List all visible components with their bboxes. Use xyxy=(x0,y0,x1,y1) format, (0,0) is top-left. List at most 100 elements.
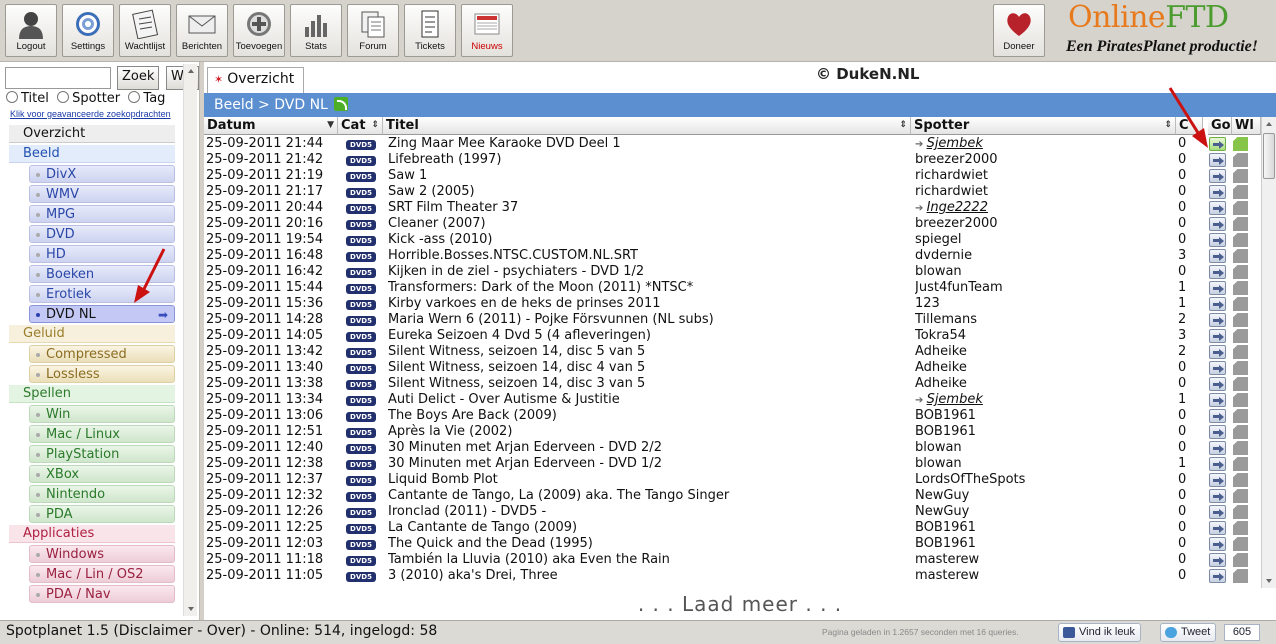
spotter-name[interactable]: Sjembek xyxy=(927,392,983,407)
nieuws-button[interactable]: Nieuws xyxy=(461,4,513,57)
nav-item-mpg[interactable]: MPG xyxy=(29,205,175,223)
go-arrow-icon[interactable] xyxy=(1209,281,1226,295)
table-row[interactable]: 25-09-2011 19:54 DVD5 Kick -ass (2010) spie… xyxy=(204,232,1261,248)
watchlist-add-icon[interactable] xyxy=(1233,521,1248,535)
tweet-button[interactable]: Tweet xyxy=(1160,623,1217,642)
watchlist-add-icon[interactable] xyxy=(1233,377,1248,391)
load-more-button[interactable]: . . . Laad meer . . . xyxy=(204,592,1276,616)
watchlist-add-icon[interactable] xyxy=(1233,553,1248,567)
watchlist-add-icon[interactable] xyxy=(1233,361,1248,375)
nav-item-pda-nav[interactable]: PDA / Nav xyxy=(29,585,175,603)
table-row[interactable]: 25-09-2011 20:44 DVD5 SRT Film Theater 37 ➔… xyxy=(204,200,1261,216)
table-row[interactable]: 25-09-2011 21:44 DVD5 Zing Maar Mee Karaok… xyxy=(204,136,1261,152)
nav-item-applicaties[interactable]: Applicaties xyxy=(9,525,175,543)
tickets-button[interactable]: Tickets xyxy=(404,4,456,57)
go-arrow-icon[interactable] xyxy=(1209,201,1226,215)
table-row[interactable]: 25-09-2011 13:40 DVD5 Silent Witness, seiz… xyxy=(204,360,1261,376)
nav-item-windows[interactable]: Windows xyxy=(29,545,175,563)
nav-item-win[interactable]: Win xyxy=(29,405,175,423)
go-arrow-icon[interactable] xyxy=(1209,297,1226,311)
go-arrow-icon[interactable] xyxy=(1209,169,1226,183)
col-datum[interactable]: Datum ▼ xyxy=(204,117,338,135)
watchlist-add-icon[interactable] xyxy=(1233,329,1248,343)
watchlist-add-icon[interactable] xyxy=(1233,345,1248,359)
watchlist-add-icon[interactable] xyxy=(1233,441,1248,455)
go-arrow-icon[interactable] xyxy=(1209,233,1226,247)
radio-spotter[interactable] xyxy=(57,91,70,103)
logout-button[interactable]: Logout xyxy=(5,4,57,57)
nav-item-pda[interactable]: PDA xyxy=(29,505,175,523)
table-row[interactable]: 25-09-2011 21:42 DVD5 Lifebreath (1997) bre… xyxy=(204,152,1261,168)
table-row[interactable]: 25-09-2011 14:28 DVD5 Maria Wern 6 (2011) … xyxy=(204,312,1261,328)
table-row[interactable]: 25-09-2011 13:38 DVD5 Silent Witness, seiz… xyxy=(204,376,1261,392)
col-titel[interactable]: Titel ⇕ xyxy=(383,117,911,135)
table-row[interactable]: 25-09-2011 15:44 DVD5 Transformers: Dark o… xyxy=(204,280,1261,296)
nav-item-mac-lin-os2[interactable]: Mac / Lin / OS2 xyxy=(29,565,175,583)
go-arrow-icon[interactable] xyxy=(1209,361,1226,375)
nav-item-spellen[interactable]: Spellen xyxy=(9,385,175,403)
sidebar-scrollbar[interactable] xyxy=(183,64,197,616)
watchlist-add-icon[interactable] xyxy=(1233,217,1248,231)
nav-item-wmv[interactable]: WMV xyxy=(29,185,175,203)
watchlist-add-icon[interactable] xyxy=(1233,233,1248,247)
watchlist-add-icon[interactable] xyxy=(1233,409,1248,423)
nav-item-mac-linux[interactable]: Mac / Linux xyxy=(29,425,175,443)
go-arrow-icon[interactable] xyxy=(1209,393,1226,407)
go-arrow-icon[interactable] xyxy=(1209,457,1226,471)
go-arrow-icon[interactable] xyxy=(1209,329,1226,343)
go-arrow-icon[interactable] xyxy=(1209,265,1226,279)
watchlist-add-icon[interactable] xyxy=(1233,297,1248,311)
watchlist-add-icon[interactable] xyxy=(1233,201,1248,215)
watchlist-add-icon[interactable] xyxy=(1233,569,1248,583)
nav-item-xbox[interactable]: XBox xyxy=(29,465,175,483)
table-row[interactable]: 25-09-2011 16:48 DVD5 Horrible.Bosses.NTSC… xyxy=(204,248,1261,264)
go-arrow-icon[interactable] xyxy=(1209,569,1226,583)
nav-item-overzicht[interactable]: Overzicht xyxy=(9,125,175,143)
search-input[interactable] xyxy=(5,67,111,89)
forum-button[interactable]: Forum xyxy=(347,4,399,57)
table-row[interactable]: 25-09-2011 21:17 DVD5 Saw 2 (2005) richardw… xyxy=(204,184,1261,200)
tab-overzicht[interactable]: ✶ Overzicht xyxy=(207,67,304,93)
go-arrow-icon[interactable] xyxy=(1209,185,1226,199)
table-row[interactable]: 25-09-2011 12:26 DVD5 Ironclad (2011) - DV… xyxy=(204,504,1261,520)
table-row[interactable]: 25-09-2011 15:36 DVD5 Kirby varkoes en de … xyxy=(204,296,1261,312)
watchlist-add-icon[interactable] xyxy=(1233,265,1248,279)
go-arrow-icon[interactable] xyxy=(1209,537,1226,551)
go-arrow-icon[interactable] xyxy=(1209,345,1226,359)
go-arrow-icon[interactable] xyxy=(1209,377,1226,391)
table-row[interactable]: 25-09-2011 13:34 DVD5 Auti Delict - Over A… xyxy=(204,392,1261,408)
watchlist-add-icon[interactable] xyxy=(1233,505,1248,519)
table-row[interactable]: 25-09-2011 16:42 DVD5 Kijken in de ziel - … xyxy=(204,264,1261,280)
table-row[interactable]: 25-09-2011 13:42 DVD5 Silent Witness, seiz… xyxy=(204,344,1261,360)
table-row[interactable]: 25-09-2011 13:06 DVD5 The Boys Are Back (2… xyxy=(204,408,1261,424)
watchlist-add-icon[interactable] xyxy=(1233,425,1248,439)
go-arrow-icon[interactable] xyxy=(1209,313,1226,327)
toevoegen-button[interactable]: Toevoegen xyxy=(233,4,285,57)
watchlist-add-icon[interactable] xyxy=(1233,153,1248,167)
wachtlijst-button[interactable]: Wachtlijst xyxy=(119,4,171,57)
go-arrow-icon[interactable] xyxy=(1209,521,1226,535)
rss-icon[interactable] xyxy=(333,97,348,111)
settings-button[interactable]: Settings xyxy=(62,4,114,57)
nav-item-lossless[interactable]: Lossless xyxy=(29,365,175,383)
watchlist-add-icon[interactable] xyxy=(1233,537,1248,551)
go-arrow-icon[interactable] xyxy=(1209,425,1226,439)
brand-logo[interactable]: OnlineFTD Een PiratesPlanet productie! xyxy=(1062,0,1270,58)
watchlist-add-icon[interactable] xyxy=(1233,137,1248,151)
col-cat[interactable]: Cat ⇕ xyxy=(338,117,383,135)
spotter-name[interactable]: Sjembek xyxy=(927,136,983,151)
go-arrow-icon[interactable] xyxy=(1209,441,1226,455)
nav-item-divx[interactable]: DivX xyxy=(29,165,175,183)
table-row[interactable]: 25-09-2011 12:25 DVD5 La Cantante de Tango… xyxy=(204,520,1261,536)
table-row[interactable]: 25-09-2011 14:05 DVD5 Eureka Seizoen 4 Dvd… xyxy=(204,328,1261,344)
table-row[interactable]: 25-09-2011 12:38 DVD5 30 Minuten met Arjan… xyxy=(204,456,1261,472)
go-arrow-icon[interactable] xyxy=(1209,153,1226,167)
radio-titel[interactable] xyxy=(6,91,18,103)
nav-item-compressed[interactable]: Compressed xyxy=(29,345,175,363)
table-scrollbar[interactable] xyxy=(1261,117,1276,588)
nav-item-dvd[interactable]: DVD xyxy=(29,225,175,243)
nav-item-beeld[interactable]: Beeld xyxy=(9,145,175,163)
doneer-button[interactable]: Doneer xyxy=(993,4,1045,57)
table-row[interactable]: 25-09-2011 12:51 DVD5 Après la Vie (2002) B… xyxy=(204,424,1261,440)
watchlist-add-icon[interactable] xyxy=(1233,473,1248,487)
